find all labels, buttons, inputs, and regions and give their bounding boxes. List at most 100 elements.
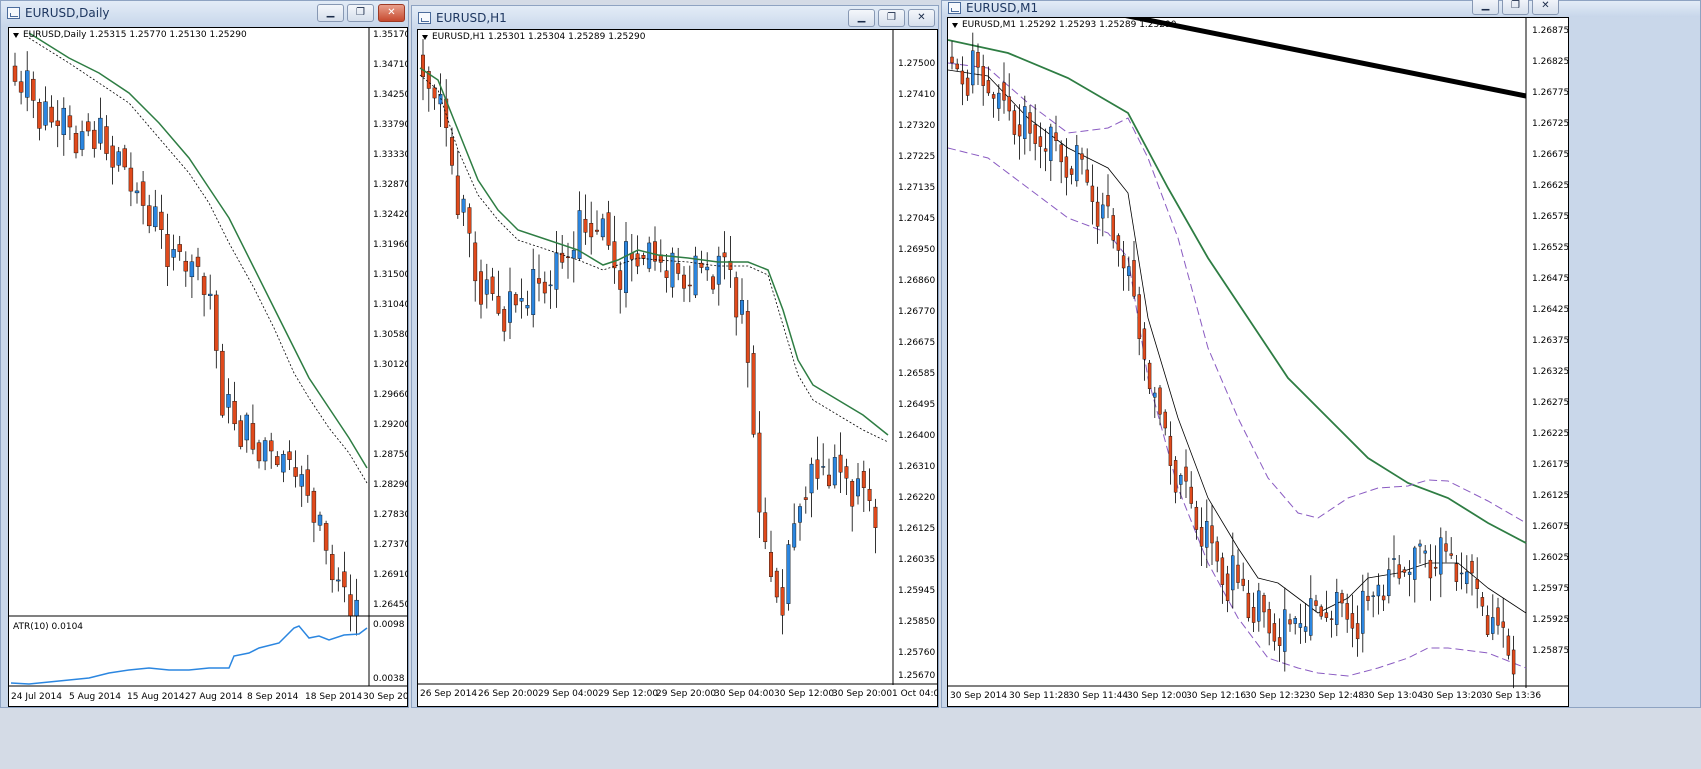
candle-body [1392,558,1396,560]
candle-body [171,249,176,258]
main-plot[interactable] [418,30,937,706]
candle-body [31,78,36,101]
symbol-menu-arrow-icon[interactable] [13,33,19,38]
candle-body [484,279,489,295]
time-tick: 30 Sep 12:48 [1304,691,1365,701]
candle-body [635,253,640,267]
candle-body [734,277,739,318]
candle-body [1064,156,1069,178]
candle-body [275,456,280,466]
long-moving-average-line [1125,18,1527,99]
candle-body [867,488,872,501]
candle-body [595,229,599,232]
candle-body [1496,607,1500,626]
price-tick: 1.33790 [373,120,408,130]
main-plot[interactable] [948,18,1568,706]
window-title: EURUSD,H1 [436,11,507,25]
close-button[interactable]: ✕ [1532,0,1559,15]
symbol-menu-arrow-icon[interactable] [422,35,428,40]
candle-body [1319,606,1323,617]
candle-body [780,587,785,616]
candle-body [786,544,791,604]
restore-button[interactable]: ❐ [878,9,905,27]
price-tick: 1.26125 [1532,491,1569,501]
candle-body [1153,392,1157,398]
candle-body [850,481,855,507]
main-plot[interactable] [9,28,407,706]
price-tick: 1.26025 [1532,553,1569,563]
candle-body [1470,560,1474,574]
candle-body [1371,595,1375,597]
candle-body [1293,618,1297,624]
indicator-label: ATR(10) 0.0104 [13,622,84,632]
price-chart[interactable]: EURUSD,H1 1.25301 1.25304 1.25289 1.2529… [417,29,938,707]
price-tick: 1.29200 [373,420,408,430]
candle-body [525,305,530,309]
candle-body [1132,260,1136,297]
candle-body [670,252,675,288]
candle-body [1095,201,1100,227]
price-chart[interactable]: EURUSD,Daily 1.25315 1.25770 1.25130 1.2… [8,27,408,707]
candle-body [1298,623,1303,628]
candle-body [1179,475,1183,485]
restore-button[interactable]: ❐ [347,4,374,22]
price-tick: 1.32420 [373,210,408,220]
candle-body [1023,106,1027,139]
symbol-menu-arrow-icon[interactable] [952,23,958,28]
price-tick: 1.25850 [898,617,936,627]
candle-body [220,350,225,416]
candle-body [1449,553,1453,556]
candle-body [838,454,843,473]
candle-body [128,167,134,192]
candle-body [1376,584,1381,597]
price-tick: 1.26525 [1532,243,1569,253]
minimize-button[interactable]: ▁ [1472,0,1499,15]
time-tick: 30 Sep 12:00 [774,689,835,699]
candle-body [844,466,849,479]
price-tick: 1.26475 [1532,274,1569,284]
price-tick: 1.26425 [1532,305,1569,315]
chart-window-daily[interactable]: EURUSD,Daily ▁ ❐ ✕ EURUSD,Daily 1.25315 … [0,0,409,708]
candle-body [281,454,286,473]
price-tick: 1.26825 [1532,57,1569,67]
minimize-button[interactable]: ▁ [317,4,344,22]
candle-body [976,52,980,68]
restore-button[interactable]: ❐ [1502,0,1529,15]
candle-body [589,223,594,238]
candle-body [693,255,698,296]
price-tick: 1.26450 [373,600,408,610]
price-tick: 1.31960 [373,240,408,250]
candle-body [67,115,73,128]
candle-body [1433,566,1438,569]
close-button[interactable]: ✕ [378,4,405,22]
candle-body [323,523,329,551]
title-bar[interactable]: EURUSD,M1 ▁ ❐ ✕ [942,0,1700,17]
title-bar[interactable]: EURUSD,Daily ▁ ❐ ✕ [1,1,408,27]
candle-body [997,92,1001,109]
candle-body [1069,168,1074,175]
candle-body [600,218,605,238]
chart-window-h1[interactable]: EURUSD,H1 ▁ ❐ ✕ EURUSD,H1 1.25301 1.2530… [411,5,939,708]
candle-body [1361,590,1365,634]
price-chart[interactable]: EURUSD,M1 1.25292 1.25293 1.25289 1.2529… [947,17,1569,707]
time-tick: 30 Sep 12:32 [1245,691,1306,701]
candle-body [1511,649,1516,675]
candle-body [1038,136,1043,147]
minimize-button[interactable]: ▁ [848,9,875,27]
close-button[interactable]: ✕ [908,9,935,27]
time-tick: 1 Oct 04:00 [892,689,937,699]
price-tick: 1.26770 [898,307,936,317]
price-tick: 1.27410 [898,90,936,100]
candle-body [1059,144,1063,163]
candle-body [548,284,553,287]
candle-body [687,284,692,287]
candle-body [455,175,460,215]
chart-window-m1[interactable]: EURUSD,M1 ▁ ❐ ✕ EURUSD,M1 1.25292 1.2529… [941,0,1701,708]
candle-body [201,276,207,295]
candle-body [971,50,975,86]
time-tick: 30 Sep 13:04 [1363,691,1424,701]
price-tick: 1.26275 [1532,398,1569,408]
candle-body [18,81,24,93]
candle-body [624,241,628,293]
candle-body [682,274,686,289]
